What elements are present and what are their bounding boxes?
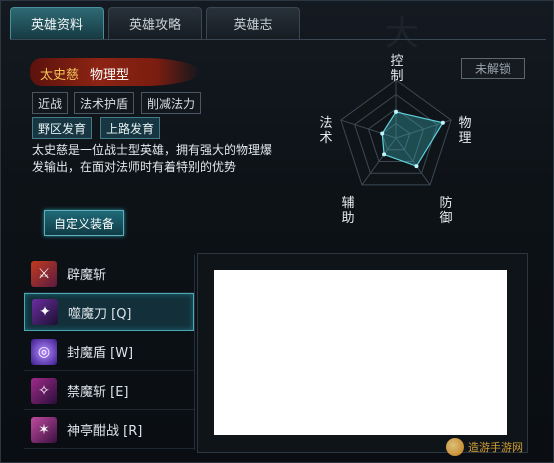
tab-hero-guide[interactable]: 英雄攻略 [108,7,202,39]
radar-label-support: 辅助 [341,196,355,226]
skill-label: 封魔盾 [W] [67,346,134,361]
skill-item-q[interactable]: ✦ 噬魔刀 [Q] [24,293,194,331]
skill-item-r[interactable]: ✶ 神亭酣战 [R] [24,411,194,449]
skill-item-passive[interactable]: ⚔ 辟魔斩 [24,255,194,293]
tab-hero-info[interactable]: 英雄资料 [10,7,104,39]
tag-top-lane: 上路发育 [100,117,161,139]
hero-type: 物理型 [90,68,130,83]
tag-melee: 近战 [32,92,69,114]
tab-hero-story[interactable]: 英雄志 [206,7,300,39]
blade-icon: ✦ [32,299,58,325]
skill-item-e[interactable]: ✧ 禁魔斩 [E] [24,372,194,410]
tab-bar: 英雄资料 英雄攻略 英雄志 [10,7,300,39]
radar-label-physical: 物理 [458,116,472,146]
radar-point-1 [440,120,445,125]
radar-point-0 [394,109,398,114]
sword-icon: ⚔ [31,260,57,287]
hero-name: 太史慈 [40,68,80,83]
skill-preview-video [214,270,507,435]
skill-label: 神亭酣战 [R] [67,424,143,439]
radar-point-2 [414,164,419,169]
radar-point-4 [380,131,385,136]
radar-label-defense: 防御 [439,196,453,226]
skill-label: 辟魔斩 [67,268,107,283]
shield-icon: ◎ [31,338,57,365]
radar-point-3 [382,152,387,157]
custom-equipment-button[interactable]: 自定义装备 [44,210,124,236]
site-watermark: 造游手游网 [446,436,542,458]
divider [194,255,195,450]
slash-icon: ✧ [31,377,57,404]
watermark-text: 造游手游网 [468,441,523,454]
tag-magic-shield: 法术护盾 [74,92,135,114]
tag-mana-reduce: 削减法力 [141,92,202,114]
radar-label-magic: 法术 [319,116,333,146]
radar-label-control: 控制 [390,54,404,84]
hero-description: 太史慈是一位战士型英雄，拥有强大的物理爆发输出，在面对法师时有着特别的优势 [32,143,273,174]
fury-icon: ✶ [31,416,57,443]
skill-label: 禁魔斩 [E] [67,385,129,400]
watermark-logo-icon [446,438,464,456]
skill-item-w[interactable]: ◎ 封魔盾 [W] [24,333,194,371]
tag-jungle: 野区发育 [32,117,93,139]
skill-label: 噬魔刀 [Q] [68,306,132,322]
